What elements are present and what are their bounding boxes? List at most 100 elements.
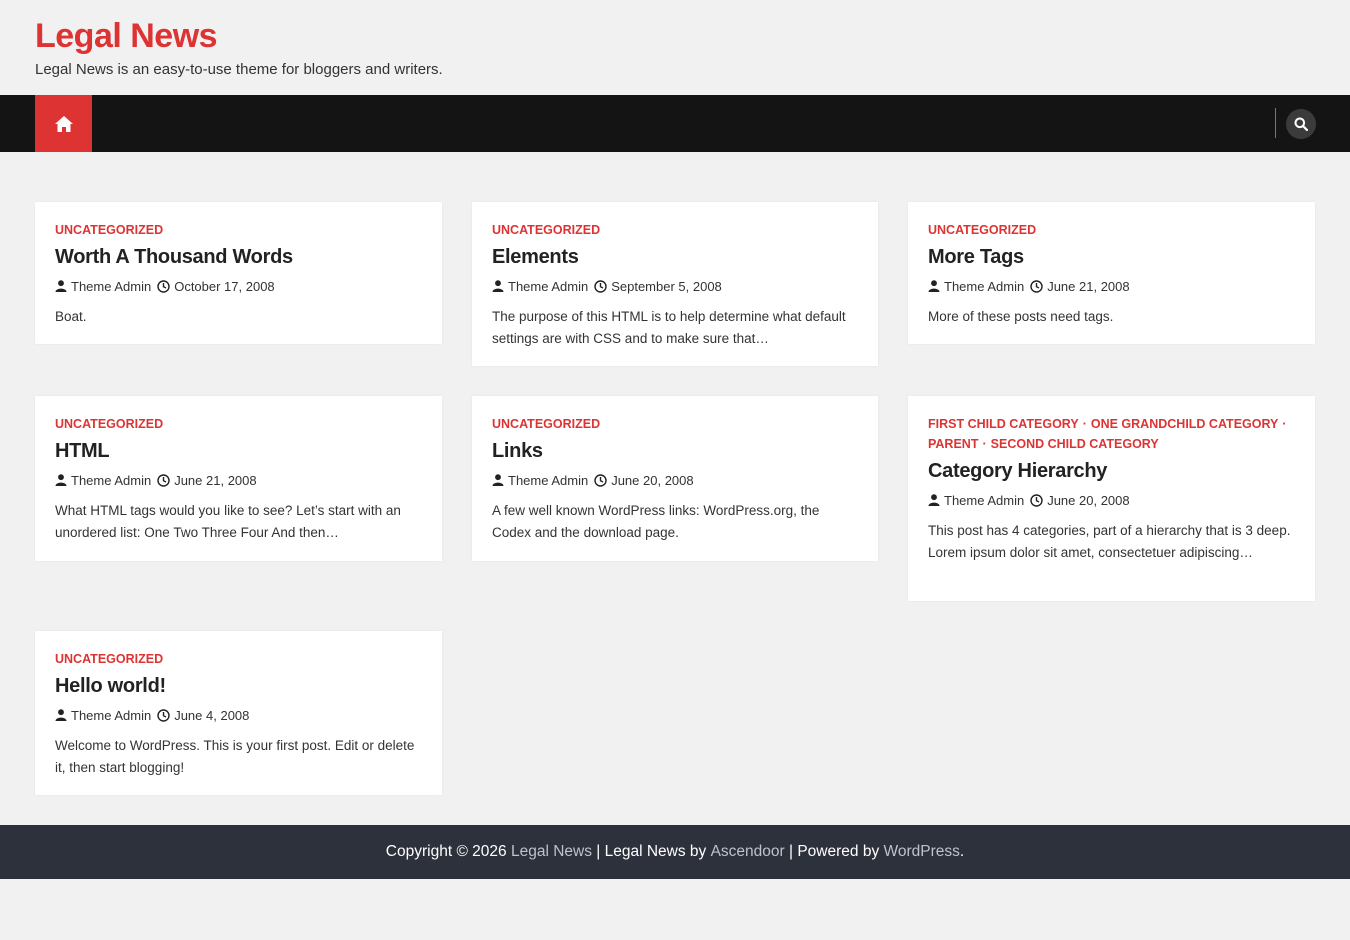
clock-icon	[594, 279, 607, 293]
post-date-text: June 21, 2008	[1047, 278, 1130, 294]
category-link[interactable]: Second Child Category	[991, 437, 1159, 451]
post-date[interactable]: June 4, 2008	[157, 708, 249, 723]
user-icon	[928, 494, 940, 506]
post-author[interactable]: Theme Admin	[55, 279, 151, 294]
post-date[interactable]: June 20, 2008	[1030, 492, 1130, 508]
user-icon	[55, 709, 67, 721]
user-icon	[492, 474, 504, 486]
post-author-name: Theme Admin	[508, 278, 589, 294]
footer-text-powered: | Powered by	[784, 843, 884, 860]
user-icon	[55, 280, 67, 292]
post-title[interactable]: Links	[492, 438, 858, 464]
category-separator: ·	[1282, 417, 1287, 431]
clock-icon	[157, 279, 170, 293]
search-button[interactable]	[1286, 109, 1316, 139]
post-excerpt: The purpose of this HTML is to help dete…	[492, 309, 846, 346]
post-categories: Uncategorized	[492, 414, 858, 434]
nav-divider	[1275, 108, 1276, 138]
post-grid: Uncategorized Worth A Thousand Words The…	[0, 152, 1350, 825]
footer-author-link[interactable]: Ascendoor	[711, 843, 785, 861]
post-date-text: September 5, 2008	[611, 278, 722, 294]
post-author[interactable]: Theme Admin	[928, 493, 1024, 508]
clock-icon	[1030, 279, 1043, 293]
footer-site-link[interactable]: Legal News	[511, 843, 592, 861]
post-date-text: October 17, 2008	[174, 278, 275, 294]
post-date-text: June 4, 2008	[174, 707, 250, 723]
post-meta: Theme Admin September 5, 2008	[492, 278, 858, 294]
post-excerpt: A few well known WordPress links: WordPr…	[492, 503, 820, 540]
post-categories: Uncategorized	[55, 220, 422, 240]
footer-suffix: .	[959, 843, 965, 860]
post-excerpt: Boat.	[55, 309, 87, 324]
post-excerpt: This post has 4 categories, part of a hi…	[928, 523, 1291, 560]
post-meta: Theme Admin June 21, 2008	[928, 278, 1295, 294]
post-date-text: June 21, 2008	[174, 472, 257, 488]
post-excerpt: What HTML tags would you like to see? Le…	[55, 503, 401, 540]
post-categories: First Child Category · One Grandchild Cate…	[928, 414, 1295, 454]
post-categories: Uncategorized	[55, 414, 422, 434]
post-title[interactable]: Worth A Thousand Words	[55, 244, 422, 270]
category-link[interactable]: Uncategorized	[55, 652, 163, 666]
post-title[interactable]: HTML	[55, 438, 422, 464]
post-card: Uncategorized Worth A Thousand Words The…	[35, 202, 442, 344]
category-link[interactable]: Uncategorized	[492, 417, 600, 431]
post-card: Uncategorized Elements Theme Admin Septe…	[472, 202, 878, 366]
post-meta: Theme Admin October 17, 2008	[55, 278, 422, 294]
site-header: Legal News Legal News is an easy-to-use …	[0, 0, 1350, 95]
post-card: Uncategorized More Tags Theme Admin June…	[908, 202, 1315, 344]
category-separator: ·	[982, 437, 987, 451]
category-link[interactable]: Uncategorized	[55, 223, 163, 237]
post-card: Uncategorized Links Theme Admin June 20,…	[472, 396, 878, 561]
post-title[interactable]: Category Hierarchy	[928, 458, 1295, 484]
post-card: Uncategorized Hello world! Theme Admin J…	[35, 631, 442, 795]
user-icon	[55, 474, 67, 486]
post-author-name: Theme Admin	[71, 472, 152, 488]
post-author-name: Theme Admin	[944, 278, 1025, 294]
post-date[interactable]: October 17, 2008	[157, 278, 275, 294]
footer-copyright: Copyright © 2026	[385, 843, 511, 860]
post-date-text: June 20, 2008	[1047, 492, 1130, 508]
category-link[interactable]: Uncategorized	[55, 417, 163, 431]
category-link[interactable]: Uncategorized	[928, 223, 1036, 237]
post-excerpt: More of these posts need tags.	[928, 309, 1114, 324]
clock-icon	[157, 473, 170, 487]
post-author[interactable]: Theme Admin	[928, 279, 1024, 294]
site-description: Legal News is an easy-to-use theme for b…	[35, 61, 443, 78]
footer-wordpress-link[interactable]: WordPress	[884, 843, 960, 861]
category-link[interactable]: First Child Category	[928, 417, 1079, 431]
post-author[interactable]: Theme Admin	[55, 473, 151, 488]
post-card: Uncategorized HTML Theme Admin June 21, …	[35, 396, 442, 561]
post-excerpt: Welcome to WordPress. This is your first…	[55, 738, 415, 775]
site-title[interactable]: Legal News	[35, 15, 218, 57]
post-date-text: June 20, 2008	[611, 472, 694, 488]
category-link[interactable]: Uncategorized	[492, 223, 600, 237]
main-navigation	[0, 95, 1350, 152]
site-footer: Copyright © 2026 Legal News | Legal News…	[0, 825, 1350, 879]
search-icon	[1294, 117, 1308, 131]
footer-text-by: | Legal News by	[591, 843, 711, 860]
post-meta: Theme Admin June 4, 2008	[55, 707, 422, 723]
post-card: First Child Category · One Grandchild Cate…	[908, 396, 1315, 601]
category-link[interactable]: One Grandchild Category	[1091, 417, 1279, 431]
post-author[interactable]: Theme Admin	[492, 279, 588, 294]
clock-icon	[594, 473, 607, 487]
post-author[interactable]: Theme Admin	[492, 473, 588, 488]
post-date[interactable]: June 21, 2008	[1030, 278, 1130, 294]
home-icon	[54, 115, 73, 132]
post-title[interactable]: Hello world!	[55, 673, 422, 699]
post-meta: Theme Admin June 21, 2008	[55, 472, 422, 488]
post-author[interactable]: Theme Admin	[55, 708, 151, 723]
clock-icon	[157, 708, 170, 722]
post-categories: Uncategorized	[928, 220, 1295, 240]
post-title[interactable]: More Tags	[928, 244, 1295, 270]
post-categories: Uncategorized	[55, 649, 422, 669]
post-meta: Theme Admin June 20, 2008	[492, 472, 858, 488]
post-date[interactable]: June 20, 2008	[594, 472, 694, 488]
post-date[interactable]: September 5, 2008	[594, 279, 722, 294]
user-icon	[928, 280, 940, 292]
post-date[interactable]: June 21, 2008	[157, 472, 257, 488]
category-link[interactable]: Parent	[928, 437, 978, 451]
post-title[interactable]: Elements	[492, 244, 858, 270]
home-button[interactable]	[35, 95, 92, 152]
clock-icon	[1030, 493, 1043, 507]
